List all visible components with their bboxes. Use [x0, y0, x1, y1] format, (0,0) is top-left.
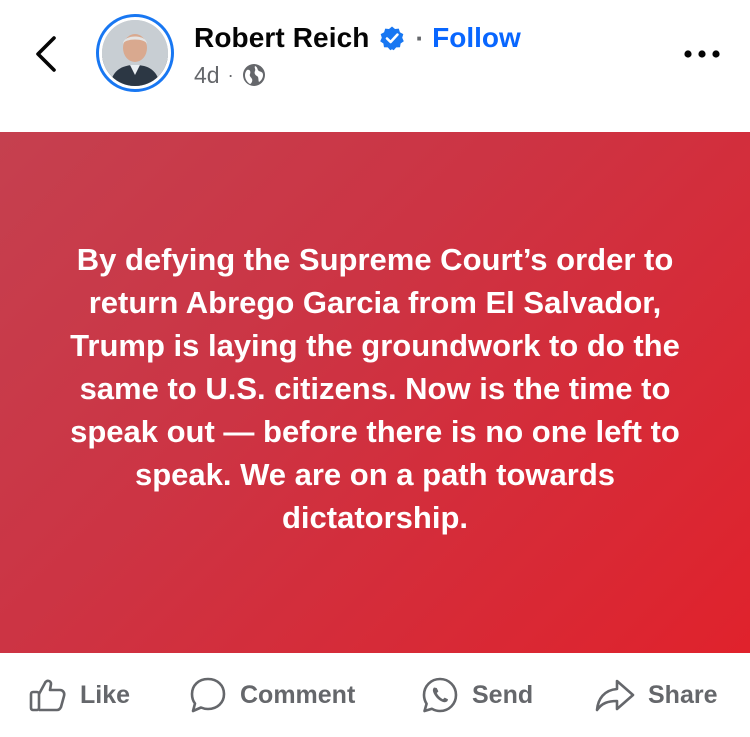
thumbs-up-icon — [29, 679, 66, 712]
send-label: Send — [472, 680, 534, 709]
back-button[interactable] — [26, 28, 70, 80]
verified-badge-icon — [379, 25, 405, 51]
share-label: Share — [648, 680, 718, 709]
meta-separator: · — [227, 64, 234, 85]
send-button[interactable]: Send — [420, 673, 533, 717]
like-label: Like — [80, 680, 131, 709]
avatar-photo — [102, 20, 168, 86]
author-name[interactable]: Robert Reich — [194, 22, 369, 54]
whatsapp-icon — [422, 677, 458, 713]
like-button[interactable]: Like — [28, 673, 130, 717]
author-row: Robert Reich · Follow — [194, 20, 521, 56]
comment-label: Comment — [240, 680, 356, 709]
follow-button[interactable]: Follow — [432, 22, 521, 54]
avatar[interactable] — [96, 14, 174, 92]
post-timestamp[interactable]: 4d — [194, 62, 220, 89]
comment-button[interactable]: Comment — [188, 673, 355, 717]
chevron-left-icon — [36, 36, 56, 72]
share-arrow-icon — [595, 679, 635, 712]
name-separator: · — [415, 22, 425, 53]
post-meta: 4d · — [194, 60, 266, 90]
share-button[interactable]: Share — [594, 673, 717, 717]
more-dots-icon — [684, 50, 720, 58]
globe-icon[interactable] — [242, 63, 266, 87]
comment-bubble-icon — [190, 677, 226, 713]
post-text-card: By defying the Supreme Court’s order to … — [0, 132, 750, 653]
more-options-button[interactable] — [680, 40, 724, 68]
post-header: Robert Reich · Follow 4d · — [0, 0, 750, 132]
post-actions-bar: Like Comment Send Share — [0, 653, 750, 737]
post-text: By defying the Supreme Court’s order to … — [70, 242, 680, 535]
